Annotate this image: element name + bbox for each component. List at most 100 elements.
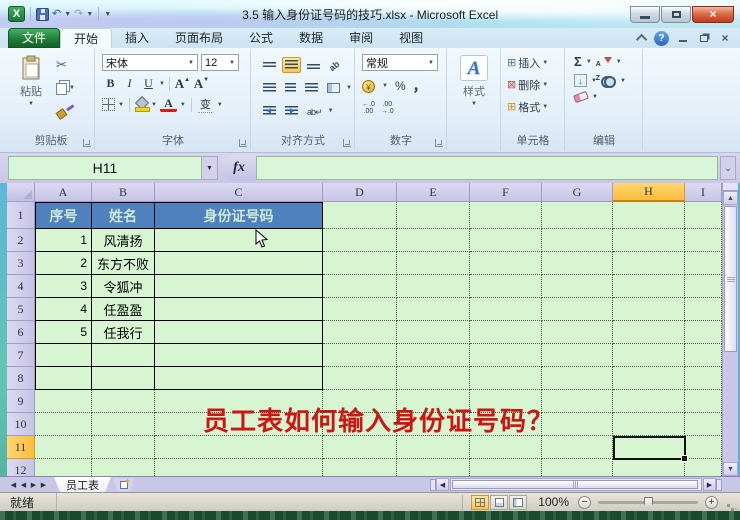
- cell-G1[interactable]: [542, 202, 613, 229]
- cell-H12[interactable]: [613, 459, 685, 476]
- font-color-button[interactable]: A: [160, 98, 177, 112]
- column-header-E[interactable]: E: [397, 183, 470, 202]
- cell-B12[interactable]: [92, 459, 155, 476]
- align-bottom-button[interactable]: [304, 57, 323, 73]
- vertical-scrollbar-thumb[interactable]: [724, 206, 737, 352]
- cell-G4[interactable]: [542, 275, 613, 298]
- first-sheet-icon[interactable]: ◀: [9, 479, 18, 491]
- cell-C8[interactable]: [155, 367, 323, 390]
- zoom-out-button[interactable]: −: [578, 496, 591, 509]
- name-box-dropdown-icon[interactable]: ▼: [202, 156, 218, 180]
- cell-H1[interactable]: [613, 202, 685, 229]
- maximize-button[interactable]: [661, 6, 691, 23]
- doc-restore-button[interactable]: [697, 33, 711, 44]
- row-header-3[interactable]: 3: [7, 252, 35, 275]
- column-header-H[interactable]: H: [613, 183, 685, 202]
- row-header-4[interactable]: 4: [7, 275, 35, 298]
- cell-A11[interactable]: [35, 436, 92, 459]
- format-cells-button[interactable]: ⊞格式▼: [507, 99, 564, 115]
- alignment-dialog-launcher[interactable]: [343, 139, 351, 147]
- cell-F3[interactable]: [470, 252, 542, 275]
- excel-logo-icon[interactable]: X: [8, 6, 25, 22]
- autosum-icon[interactable]: Σ: [574, 55, 582, 68]
- cell-C1[interactable]: 身份证号码: [155, 202, 323, 229]
- cell-A10[interactable]: [35, 413, 92, 436]
- cell-C4[interactable]: [155, 275, 323, 298]
- cell-F7[interactable]: [470, 344, 542, 367]
- column-header-I[interactable]: I: [685, 183, 722, 202]
- horizontal-scrollbar-thumb[interactable]: [452, 480, 698, 489]
- find-select-icon[interactable]: [601, 76, 616, 86]
- borders-icon[interactable]: [102, 98, 115, 111]
- increase-decimal-button[interactable]: ←.0 .00: [362, 101, 375, 115]
- clear-dropdown-icon[interactable]: ▼: [592, 94, 598, 100]
- scroll-right-icon[interactable]: ▶: [703, 478, 716, 491]
- cell-F8[interactable]: [470, 367, 542, 390]
- italic-button[interactable]: I: [121, 75, 138, 92]
- select-all-corner[interactable]: [7, 183, 35, 202]
- cell-B9[interactable]: [92, 390, 155, 413]
- formula-bar-input[interactable]: [256, 156, 718, 180]
- close-button[interactable]: ×: [692, 6, 734, 23]
- cell-H3[interactable]: [613, 252, 685, 275]
- cell-B7[interactable]: [92, 344, 155, 367]
- row-header-8[interactable]: 8: [7, 367, 35, 390]
- cut-icon[interactable]: ✂: [56, 57, 67, 73]
- horizontal-scrollbar[interactable]: [450, 478, 702, 491]
- align-middle-button[interactable]: [282, 57, 301, 73]
- cell-G8[interactable]: [542, 367, 613, 390]
- ribbon-tab-视图[interactable]: 视图: [386, 28, 436, 48]
- clear-icon[interactable]: [573, 91, 589, 103]
- cell-B1[interactable]: 姓名: [92, 202, 155, 229]
- zoom-slider[interactable]: [598, 501, 698, 504]
- cell-I8[interactable]: [685, 367, 722, 390]
- merge-center-button[interactable]: [324, 80, 343, 96]
- column-header-D[interactable]: D: [323, 183, 397, 202]
- column-header-F[interactable]: F: [470, 183, 542, 202]
- cell-G5[interactable]: [542, 298, 613, 321]
- row-header-6[interactable]: 6: [7, 321, 35, 344]
- cell-I2[interactable]: [685, 229, 722, 252]
- cell-D6[interactable]: [323, 321, 397, 344]
- cell-C5[interactable]: [155, 298, 323, 321]
- decrease-font-button[interactable]: A▼: [193, 75, 210, 92]
- paste-button[interactable]: 粘贴 ▼: [14, 55, 48, 133]
- normal-view-button[interactable]: [471, 495, 489, 510]
- styles-button[interactable]: A 样式 ▼: [456, 55, 492, 107]
- decrease-decimal-button[interactable]: .00 →.0: [381, 101, 394, 115]
- cell-A5[interactable]: 4: [35, 298, 92, 321]
- cell-B10[interactable]: [92, 413, 155, 436]
- cell-F6[interactable]: [470, 321, 542, 344]
- copy-icon[interactable]: [56, 83, 67, 95]
- column-header-C[interactable]: C: [155, 183, 323, 202]
- column-header-G[interactable]: G: [542, 183, 613, 202]
- cell-G11[interactable]: [542, 436, 613, 459]
- redo-icon[interactable]: ↷: [74, 6, 83, 22]
- cell-H7[interactable]: [613, 344, 685, 367]
- cell-A2[interactable]: 1: [35, 229, 92, 252]
- ribbon-tab-数据[interactable]: 数据: [286, 28, 336, 48]
- cell-I11[interactable]: [685, 436, 722, 459]
- doc-minimize-button[interactable]: [676, 33, 690, 44]
- align-top-button[interactable]: [260, 59, 279, 71]
- insert-function-button[interactable]: fx: [222, 155, 256, 181]
- sort-filter-button[interactable]: A Z: [596, 55, 612, 68]
- cell-I7[interactable]: [685, 344, 722, 367]
- increase-indent-button[interactable]: [282, 103, 301, 119]
- font-color-dropdown-icon[interactable]: ▼: [180, 102, 186, 108]
- cell-G6[interactable]: [542, 321, 613, 344]
- cell-A4[interactable]: 3: [35, 275, 92, 298]
- cell-I1[interactable]: [685, 202, 722, 229]
- cell-I6[interactable]: [685, 321, 722, 344]
- comma-style-button[interactable]: ，: [413, 76, 427, 96]
- zoom-in-button[interactable]: +: [705, 496, 718, 509]
- row-header-10[interactable]: 10: [7, 413, 35, 436]
- zoom-slider-thumb[interactable]: [644, 497, 653, 509]
- cell-A12[interactable]: [35, 459, 92, 476]
- merge-dropdown-icon[interactable]: ▼: [346, 85, 352, 91]
- ribbon-tab-页面布局[interactable]: 页面布局: [162, 28, 236, 48]
- align-right-button[interactable]: [302, 80, 321, 96]
- insert-worksheet-button[interactable]: [113, 478, 135, 492]
- align-center-button[interactable]: [282, 80, 299, 96]
- font-name-select[interactable]: 宋体▼: [102, 54, 198, 71]
